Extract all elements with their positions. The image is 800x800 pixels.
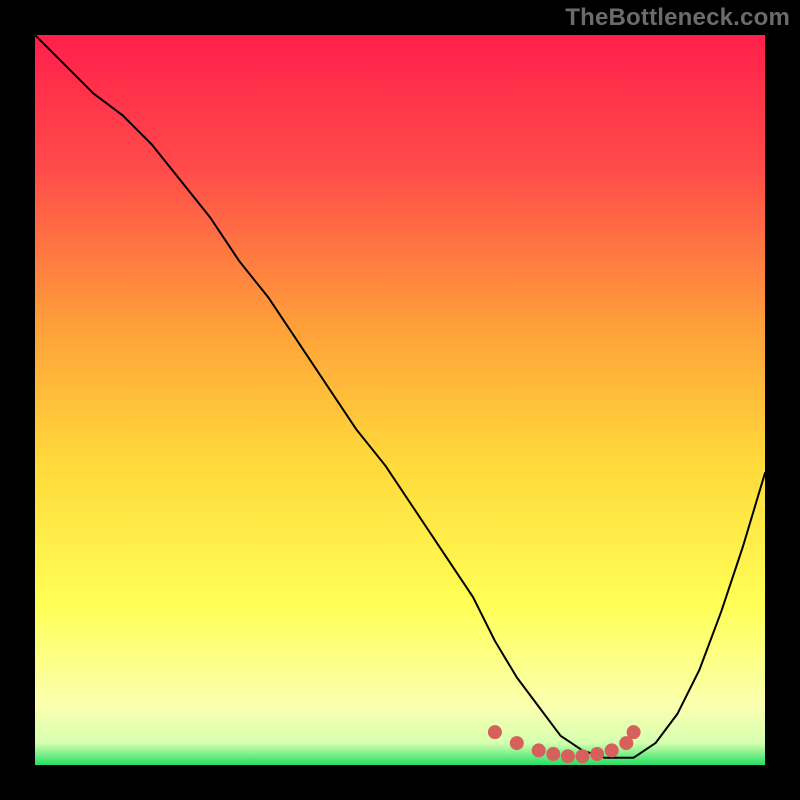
watermark-text: TheBottleneck.com [565,4,790,32]
gradient-background [35,35,765,765]
marker-dot [605,743,619,757]
chart-frame: TheBottleneck.com [0,0,800,800]
plot-area [35,35,765,765]
marker-dot [561,749,575,763]
marker-dot [510,736,524,750]
marker-dot [627,725,641,739]
marker-dot [546,747,560,761]
marker-dot [532,743,546,757]
plot-svg [35,35,765,765]
marker-dot [488,725,502,739]
marker-dot [590,747,604,761]
marker-dot [576,749,590,763]
